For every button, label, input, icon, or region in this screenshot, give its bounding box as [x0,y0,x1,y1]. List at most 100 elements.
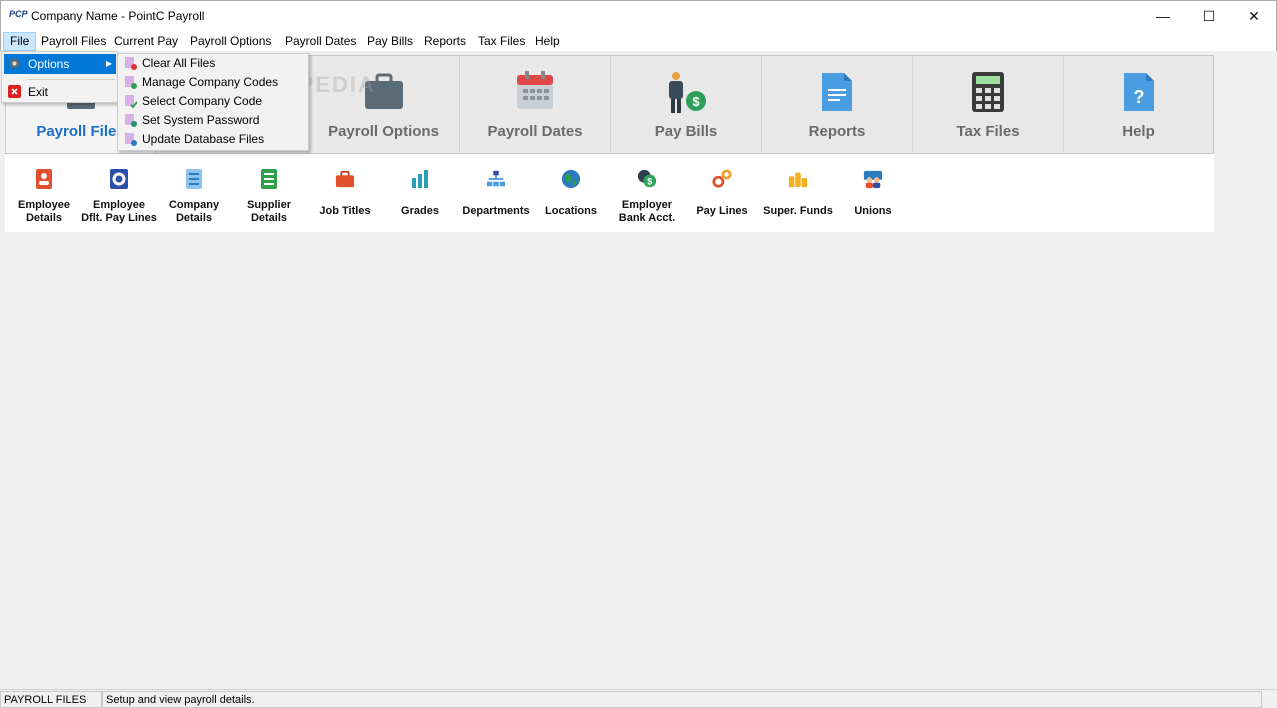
gear-icon [110,169,128,189]
sub-label: Job Titles [319,205,371,217]
super-funds-button[interactable]: Super. Funds [758,168,838,218]
sub-label: Super. Funds [763,205,833,217]
sub-label: Supplier Details [246,199,291,224]
departments-button[interactable]: Departments [456,168,536,218]
menu-update-database-files[interactable]: Update Database Files [120,130,306,149]
menu-help[interactable]: Help [529,32,566,51]
locations-button[interactable]: Locations [531,168,611,218]
globe-icon [561,169,581,189]
menu-file[interactable]: File [3,32,37,51]
minimize-icon: — [1156,8,1170,24]
sub-toolbar: Employee Details Employee Dflt. Pay Line… [5,154,1214,232]
clear-files-icon [125,57,137,70]
file-menu-dropdown: Options ▶ Exit [1,51,118,103]
maximize-button[interactable]: ☐ [1186,1,1232,31]
sub-label: Locations [545,205,597,217]
close-icon: ✕ [1248,7,1260,24]
tab-reports[interactable]: Reports [762,56,913,153]
options-submenu: Clear All Files Manage Company Codes Sel… [117,53,309,151]
sm-label: Clear All Files [142,56,216,70]
org-chart-icon [486,170,506,187]
tab-payroll-options[interactable]: Payroll Options [308,56,460,153]
menu-bar: File Payroll Files Current Pay Payroll O… [0,31,1277,51]
menu-tax-files[interactable]: Tax Files [472,32,531,51]
minimize-button[interactable]: — [1140,1,1186,31]
tab-label: Payroll Dates [487,123,583,140]
exit-icon [8,85,21,98]
coins-icon [788,172,808,188]
select-code-icon [125,95,137,108]
calendar-icon [517,71,553,109]
sm-label: Select Company Code [142,94,263,108]
svg-text:$: $ [647,176,652,186]
address-book-icon [36,169,52,189]
checklist-icon [261,169,277,189]
maximize-icon: ☐ [1202,7,1216,24]
tab-payroll-dates[interactable]: Payroll Dates [460,56,611,153]
sub-label: Unions [854,205,892,217]
unions-button[interactable]: Unions [833,168,913,218]
manage-codes-icon [125,76,137,89]
tab-tax-files[interactable]: Tax Files [913,56,1064,153]
person-money-icon: $ [669,72,706,113]
briefcase-icon [335,170,355,188]
password-icon [125,114,137,127]
calculator-icon [972,72,1004,112]
sub-label: Employee Dflt. Pay Lines [81,199,157,224]
menu-clear-all-files[interactable]: Clear All Files [120,54,306,73]
employer-bank-acct-button[interactable]: $ Employer Bank Acct. [607,168,687,225]
options-gear-icon [9,58,20,69]
menu-payroll-files[interactable]: Payroll Files [35,32,112,51]
close-button[interactable]: ✕ [1231,1,1277,31]
sm-label: Update Database Files [142,132,265,146]
tab-label: Reports [808,123,866,140]
sub-label: Employer Bank Acct. [618,199,676,224]
menu-options[interactable]: Options ▶ [4,54,116,74]
tab-help[interactable]: ? Help [1064,56,1213,153]
list-icon [186,169,202,189]
status-section: PAYROLL FILES [0,691,102,708]
tab-label: Help [1122,123,1155,140]
sm-label: Manage Company Codes [142,75,279,89]
menu-separator [28,79,115,80]
grades-button[interactable]: Grades [380,168,460,218]
currency-icon: $ [637,169,657,188]
window-title: Company Name - PointC Payroll [31,9,205,23]
menu-payroll-options[interactable]: Payroll Options [184,32,277,51]
status-message: Setup and view payroll details. [102,691,1262,708]
submenu-arrow-icon: ▶ [105,59,112,68]
sub-label: Employee Details [18,199,70,224]
tab-label: Tax Files [956,123,1020,140]
sub-label: Departments [462,205,530,217]
menu-set-system-password[interactable]: Set System Password [120,111,306,130]
tab-label: Payroll Options [328,123,439,140]
menu-pay-bills[interactable]: Pay Bills [361,32,419,51]
svg-text:$: $ [692,94,700,109]
menu-select-company-code[interactable]: Select Company Code [120,92,306,111]
menu-payroll-dates[interactable]: Payroll Dates [279,32,362,51]
app-logo: PCP [9,9,28,19]
tab-label: Pay Bills [654,123,718,140]
menu-manage-company-codes[interactable]: Manage Company Codes [120,73,306,92]
menu-reports[interactable]: Reports [418,32,472,51]
job-titles-button[interactable]: Job Titles [305,168,385,218]
cogs-icon [712,169,732,188]
employee-details-button[interactable]: Employee Details [4,168,84,225]
bar-chart-icon [412,170,428,188]
tab-pay-bills[interactable]: $ Pay Bills [611,56,762,153]
group-icon [863,170,883,189]
document-icon [822,73,852,111]
supplier-details-button[interactable]: Supplier Details [229,168,309,225]
menu-current-pay[interactable]: Current Pay [108,32,184,51]
menu-exit[interactable]: Exit [4,82,116,102]
employee-dflt-pay-lines-button[interactable]: Employee Dflt. Pay Lines [79,168,159,225]
menu-exit-label: Exit [28,85,49,99]
sub-label: Company Details [168,199,220,224]
pay-lines-button[interactable]: Pay Lines [682,168,762,218]
title-bar: PCP Company Name - PointC Payroll — ☐ ✕ [0,0,1277,31]
company-details-button[interactable]: Company Details [154,168,234,225]
sm-label: Set System Password [142,113,260,127]
status-bar: PAYROLL FILES Setup and view payroll det… [0,689,1277,708]
menu-options-label: Options [28,57,70,71]
sub-label: Grades [401,205,439,217]
